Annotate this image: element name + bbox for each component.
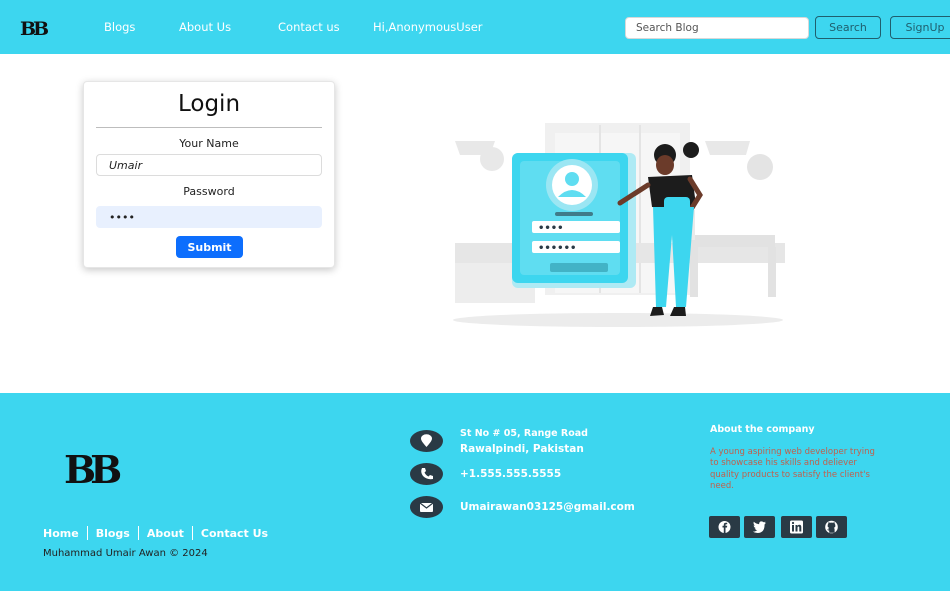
submit-button[interactable]: Submit [176,236,243,258]
footer-link-about[interactable]: About [147,527,184,540]
login-card: Login Your Name Password Submit [83,81,335,268]
copyright: Muhammad Umair Awan © 2024 [43,548,208,559]
phone-number[interactable]: +1.555.555.5555 [460,468,561,480]
nav-link-blogs[interactable]: Blogs [104,20,135,34]
login-illustration: •••• •••••• [453,123,785,327]
footer-links: Home Blogs About Contact Us [43,526,268,540]
navbar-logo[interactable]: BB [20,18,49,40]
search-button[interactable]: Search [815,16,881,39]
illustration-password-dots-2: •••••• [538,243,576,254]
linkedin-icon[interactable] [781,516,812,538]
signup-button[interactable]: SignUp [890,16,950,39]
twitter-icon[interactable] [744,516,775,538]
footer-link-contact-us[interactable]: Contact Us [201,527,268,540]
name-label: Your Name [179,137,239,150]
facebook-icon[interactable] [709,516,740,538]
about-text: A young aspiring web developer trying to… [710,447,875,491]
email-address[interactable]: Umairawan03125@gmail.com [460,501,635,513]
footer-link-home[interactable]: Home [43,527,79,540]
footer-link-blogs[interactable]: Blogs [96,527,130,540]
footer-link-separator [86,526,88,540]
name-field[interactable] [96,154,322,176]
about-title: About the company [710,424,815,435]
password-label: Password [183,185,235,198]
nav-link-contact-us[interactable]: Contact us [278,20,340,34]
phone-icon [410,463,443,485]
nav-link-about-us[interactable]: About Us [179,20,231,34]
footer: BB Home Blogs About Contact Us Muhammad … [0,393,950,591]
email-icon [410,496,443,518]
footer-link-separator [137,526,139,540]
password-field[interactable] [96,206,322,228]
navbar: BB Blogs About Us Contact us Hi,Anonymou… [0,0,950,54]
footer-link-separator [191,526,193,540]
address-line-1: St No # 05, Range Road [460,428,588,439]
location-icon [410,430,443,452]
login-title: Login [177,91,241,117]
illustration-password-dots-1: •••• [538,223,564,234]
address-line-2: Rawalpindi, Pakistan [460,443,584,455]
title-divider [96,127,322,128]
footer-logo[interactable]: BB [64,447,122,492]
github-icon[interactable] [816,516,847,538]
search-input[interactable] [625,17,809,39]
user-greeting: Hi,AnonymousUser [373,20,483,34]
